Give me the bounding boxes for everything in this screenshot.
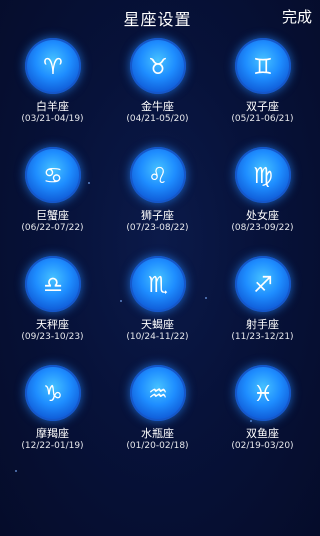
zodiac-item-gemini[interactable]: ♊ 双子座 (05/21-06/21) bbox=[210, 38, 315, 143]
zodiac-date-range: (11/23-12/21) bbox=[231, 332, 294, 342]
header-bar: 星座设置 完成 bbox=[0, 0, 315, 32]
zodiac-item-pisces[interactable]: ♓ 双鱼座 (02/19-03/20) bbox=[210, 365, 315, 470]
zodiac-item-aries[interactable]: ♈ 白羊座 (03/21-04/19) bbox=[0, 38, 105, 143]
zodiac-name: 金牛座 bbox=[141, 100, 174, 113]
zodiac-item-taurus[interactable]: ♉ 金牛座 (04/21-05/20) bbox=[105, 38, 210, 143]
zodiac-name: 白羊座 bbox=[36, 100, 69, 113]
zodiac-grid: ♈ 白羊座 (03/21-04/19) ♉ 金牛座 (04/21-05/20) … bbox=[0, 38, 315, 498]
zodiac-item-scorpio[interactable]: ♏ 天蝎座 (10/24-11/22) bbox=[105, 256, 210, 361]
svg-text:♋: ♋ bbox=[43, 164, 63, 189]
zodiac-name: 水瓶座 bbox=[141, 427, 174, 440]
leo-icon: ♌ bbox=[129, 147, 186, 203]
zodiac-item-virgo[interactable]: ♍ 处女座 (08/23-09/22) bbox=[210, 147, 315, 252]
svg-text:♍: ♍ bbox=[253, 164, 273, 189]
zodiac-name: 双子座 bbox=[246, 100, 279, 113]
zodiac-name: 天蝎座 bbox=[141, 318, 174, 331]
svg-text:♌: ♌ bbox=[148, 164, 168, 189]
zodiac-name: 狮子座 bbox=[141, 209, 174, 222]
sagittarius-icon: ♐ bbox=[234, 256, 291, 312]
libra-icon: ♎ bbox=[24, 256, 81, 312]
zodiac-item-sagittarius[interactable]: ♐ 射手座 (11/23-12/21) bbox=[210, 256, 315, 361]
svg-text:♑: ♑ bbox=[43, 382, 63, 407]
zodiac-date-range: (04/21-05/20) bbox=[126, 114, 189, 124]
cancer-icon: ♋ bbox=[24, 147, 81, 203]
done-button[interactable]: 完成 bbox=[282, 6, 312, 27]
zodiac-date-range: (08/23-09/22) bbox=[231, 223, 294, 233]
zodiac-item-leo[interactable]: ♌ 狮子座 (07/23-08/22) bbox=[105, 147, 210, 252]
page-title: 星座设置 bbox=[123, 10, 192, 29]
svg-text:♊: ♊ bbox=[253, 55, 273, 80]
zodiac-date-range: (05/21-06/21) bbox=[231, 114, 294, 124]
zodiac-date-range: (03/21-04/19) bbox=[21, 114, 84, 124]
zodiac-name: 巨蟹座 bbox=[36, 209, 69, 222]
zodiac-name: 射手座 bbox=[246, 318, 279, 331]
aries-icon: ♈ bbox=[24, 38, 81, 94]
zodiac-date-range: (10/24-11/22) bbox=[126, 332, 189, 342]
svg-text:♈: ♈ bbox=[43, 55, 63, 80]
svg-text:♏: ♏ bbox=[148, 273, 168, 298]
taurus-icon: ♉ bbox=[129, 38, 186, 94]
virgo-icon: ♍ bbox=[234, 147, 291, 203]
svg-text:♎: ♎ bbox=[43, 273, 63, 298]
zodiac-name: 摩羯座 bbox=[36, 427, 69, 440]
svg-text:♐: ♐ bbox=[253, 273, 273, 298]
zodiac-name: 处女座 bbox=[246, 209, 279, 222]
zodiac-date-range: (06/22-07/22) bbox=[21, 223, 84, 233]
zodiac-item-libra[interactable]: ♎ 天秤座 (09/23-10/23) bbox=[0, 256, 105, 361]
gemini-icon: ♊ bbox=[234, 38, 291, 94]
aquarius-icon: ♒ bbox=[129, 365, 186, 421]
zodiac-item-cancer[interactable]: ♋ 巨蟹座 (06/22-07/22) bbox=[0, 147, 105, 252]
scorpio-icon: ♏ bbox=[129, 256, 186, 312]
zodiac-item-capricorn[interactable]: ♑ 摩羯座 (12/22-01/19) bbox=[0, 365, 105, 470]
zodiac-name: 双鱼座 bbox=[246, 427, 279, 440]
zodiac-date-range: (01/20-02/18) bbox=[126, 441, 189, 451]
zodiac-date-range: (02/19-03/20) bbox=[231, 441, 294, 451]
zodiac-date-range: (09/23-10/23) bbox=[21, 332, 84, 342]
zodiac-date-range: (07/23-08/22) bbox=[126, 223, 189, 233]
svg-text:♓: ♓ bbox=[253, 382, 273, 407]
zodiac-date-range: (12/22-01/19) bbox=[21, 441, 84, 451]
svg-text:♒: ♒ bbox=[148, 382, 168, 407]
svg-text:♉: ♉ bbox=[148, 55, 168, 80]
zodiac-item-aquarius[interactable]: ♒ 水瓶座 (01/20-02/18) bbox=[105, 365, 210, 470]
capricorn-icon: ♑ bbox=[24, 365, 81, 421]
zodiac-name: 天秤座 bbox=[36, 318, 69, 331]
pisces-icon: ♓ bbox=[234, 365, 291, 421]
